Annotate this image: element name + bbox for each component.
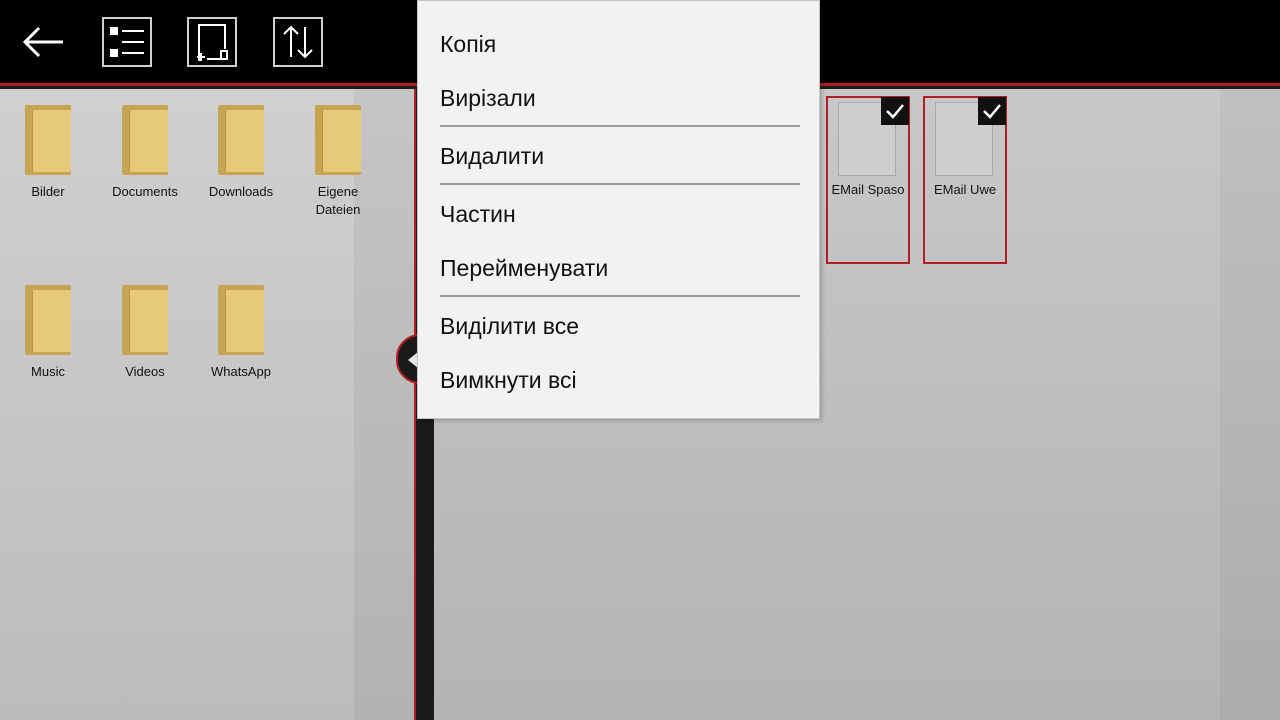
folder-videos[interactable]: Videos (97, 269, 193, 399)
folder-downloads[interactable]: Downloads (193, 89, 289, 219)
folder-icon (218, 285, 264, 355)
menu-separator (440, 125, 800, 127)
folder-label: Documents (112, 184, 178, 199)
folder-icon (122, 105, 168, 175)
list-view-button[interactable] (102, 17, 152, 67)
menu-item-rename[interactable]: Перейменувати (440, 253, 608, 283)
file-email-spaso[interactable]: EMail Spaso (826, 96, 910, 264)
menu-item-deselect-all[interactable]: Вимкнути всі (440, 365, 577, 395)
menu-separator (440, 183, 800, 185)
folder-eigene-dateien[interactable]: Eigene Dateien (290, 89, 386, 219)
folder-label: Bilder (31, 184, 65, 199)
folder-icon (315, 105, 361, 175)
folder-label: Videos (125, 364, 165, 379)
menu-item-cut[interactable]: Вирізали (440, 83, 536, 113)
context-menu: Копія Вирізали Видалити Частин Переймену… (417, 0, 820, 419)
folder-icon (122, 285, 168, 355)
folder-label: WhatsApp (211, 364, 271, 379)
menu-item-select-all[interactable]: Виділити все (440, 311, 579, 341)
right-pane-scroll-strip (1220, 89, 1280, 720)
file-label: EMail Uwe (933, 182, 997, 197)
arrow-left-icon (22, 26, 63, 58)
folder-label: Eigene Dateien (315, 184, 361, 217)
folder-icon (218, 105, 264, 175)
back-button[interactable] (18, 17, 68, 67)
folder-bilder[interactable]: Bilder (0, 89, 96, 219)
menu-separator (440, 295, 800, 297)
sort-icon (273, 17, 323, 67)
left-pane: Bilder Documents Downloads Eigene Dateie… (0, 89, 414, 720)
new-item-button[interactable] (187, 17, 237, 67)
checkmark-icon[interactable] (978, 97, 1006, 125)
folder-whatsapp[interactable]: WhatsApp (193, 269, 289, 399)
sort-button[interactable] (273, 17, 323, 67)
folder-label: Downloads (208, 184, 274, 199)
file-email-uwe[interactable]: EMail Uwe (923, 96, 1007, 264)
checkmark-icon[interactable] (881, 97, 909, 125)
menu-item-delete[interactable]: Видалити (440, 141, 544, 171)
file-label: EMail Spaso (831, 182, 905, 197)
new-item-icon (187, 17, 237, 67)
folder-label: Music (31, 364, 65, 379)
menu-item-copy[interactable]: Копія (440, 29, 496, 59)
folder-documents[interactable]: Documents (97, 89, 193, 219)
folder-music[interactable]: Music (0, 269, 96, 399)
folder-icon (25, 105, 71, 175)
menu-item-share[interactable]: Частин (440, 199, 516, 229)
list-view-icon (102, 17, 152, 67)
folder-icon (25, 285, 71, 355)
